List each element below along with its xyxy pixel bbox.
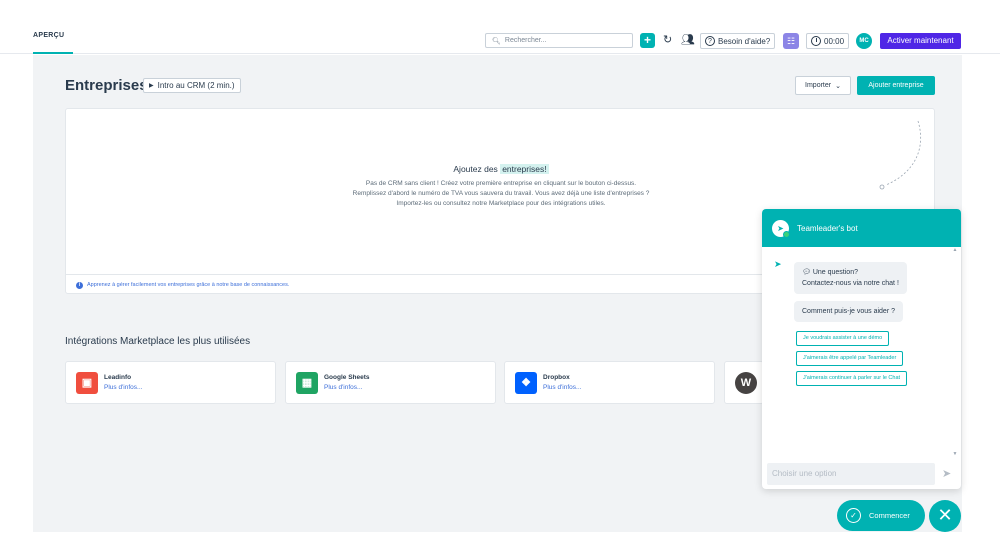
import-dropdown[interactable]: Importer ⌄ xyxy=(795,76,851,95)
scroll-up-icon[interactable]: ▲ xyxy=(952,247,958,253)
intro-video-button[interactable]: ▶ Intro au CRM (2 min.) xyxy=(143,78,241,93)
integration-tile-wordpress[interactable]: W xyxy=(724,361,764,404)
chat-widget: ➤ Teamleader's bot ➤ 💬︎ Une question? Co… xyxy=(762,209,961,489)
chat-message-question: Une question? xyxy=(812,269,858,276)
integration-name: Google Sheets xyxy=(324,374,370,381)
timer-button[interactable]: 00:00 xyxy=(806,33,850,49)
activate-now-button[interactable]: Activer maintenant xyxy=(880,33,961,49)
empty-state-description: Pas de CRM sans client ! Créez votre pre… xyxy=(352,180,650,207)
empty-state-title: Ajoutez des entreprises! xyxy=(66,164,936,174)
tab-active-indicator xyxy=(33,52,73,54)
marketplace-title: Intégrations Marketplace les plus utilis… xyxy=(65,336,251,347)
integration-more-link[interactable]: Plus d'infos... xyxy=(104,384,142,391)
chat-header: ➤ Teamleader's bot xyxy=(762,209,961,247)
intro-label: Intro au CRM (2 min.) xyxy=(157,81,235,90)
wordpress-logo-icon: W xyxy=(735,372,757,394)
integration-more-link[interactable]: Plus d'infos... xyxy=(324,384,362,391)
chat-message-line: 💬︎ Une question? xyxy=(802,269,858,276)
chat-message-bubble: Comment puis-je vous aider ? xyxy=(794,301,903,322)
stopwatch-icon xyxy=(811,36,821,46)
chat-option-callback[interactable]: J'aimerais être appelé par Teamleader xyxy=(796,351,904,366)
play-icon: ▶ xyxy=(149,83,154,89)
sync-icon[interactable]: ↻ xyxy=(663,33,672,48)
chat-option-continue-chat[interactable]: J'aimerais continuer à parler sur le Cha… xyxy=(796,371,908,386)
page-title: Entreprises xyxy=(65,77,148,94)
start-button[interactable]: ✓ Commencer xyxy=(837,500,925,531)
chat-scrollbar[interactable]: ▲ ▼ xyxy=(952,247,958,459)
send-icon[interactable]: ➤ xyxy=(942,467,951,480)
integration-tile-leadinfo[interactable]: ▣ Leadinfo Plus d'infos... xyxy=(65,361,276,404)
integration-tile-google-sheets[interactable]: ▦ Google Sheets Plus d'infos... xyxy=(285,361,496,404)
dotted-arrow-decoration xyxy=(879,120,922,190)
question-icon: ? xyxy=(705,36,715,46)
search-placeholder: Rechercher... xyxy=(504,37,547,44)
start-label: Commencer xyxy=(869,511,910,520)
info-icon: i xyxy=(76,281,83,289)
help-button[interactable]: ? Besoin d'aide? xyxy=(700,33,776,49)
top-bar: APERÇU 🔍︎ Rechercher... + ↻ 👥︎ ? Besoin … xyxy=(0,0,1000,54)
close-icon: ✕ xyxy=(937,505,953,525)
chat-message-line: Contactez-nous via notre chat ! xyxy=(802,280,899,287)
bot-mark-icon: ➤ xyxy=(774,259,782,269)
integration-name: Dropbox xyxy=(543,374,570,381)
knowledge-base-text: Apprenez à gérer facilement vos entrepri… xyxy=(87,282,290,288)
help-label: Besoin d'aide? xyxy=(718,36,771,46)
chevron-down-icon: ⌄ xyxy=(835,82,841,90)
search-icon: 🔍︎ xyxy=(492,37,501,45)
quick-add-button[interactable]: + xyxy=(640,33,655,48)
empty-state-title-prefix: Ajoutez des xyxy=(453,164,498,174)
users-icon[interactable]: 👥︎ xyxy=(681,33,695,48)
search-input[interactable]: 🔍︎ Rechercher... xyxy=(485,33,633,48)
user-avatar[interactable]: MC xyxy=(856,33,872,49)
chat-input[interactable]: Choisir une option xyxy=(767,463,935,485)
timer-value: 00:00 xyxy=(824,36,845,46)
dropbox-logo-icon: ❖ xyxy=(515,372,537,394)
integration-tile-dropbox[interactable]: ❖ Dropbox Plus d'infos... xyxy=(504,361,715,404)
bot-avatar-icon: ➤ xyxy=(772,219,790,238)
scroll-down-icon[interactable]: ▼ xyxy=(952,451,958,457)
gift-icon[interactable]: ☷ xyxy=(783,33,799,49)
google-sheets-logo-icon: ▦ xyxy=(296,372,318,394)
add-company-button[interactable]: Ajouter entreprise xyxy=(857,76,935,95)
tab-overview[interactable]: APERÇU xyxy=(33,32,64,39)
chat-message-bubble: 💬︎ Une question? Contactez-nous via notr… xyxy=(794,262,907,294)
bot-name: Teamleader's bot xyxy=(797,223,858,233)
empty-state-title-highlight: entreprises! xyxy=(500,164,549,174)
integration-name: Leadinfo xyxy=(104,374,132,381)
import-label: Importer xyxy=(805,82,832,89)
check-icon: ✓ xyxy=(846,508,861,523)
integration-more-link[interactable]: Plus d'infos... xyxy=(543,384,581,391)
leadinfo-logo-icon: ▣ xyxy=(76,372,98,394)
chat-option-demo[interactable]: Je voudrais assister à une démo xyxy=(796,331,890,346)
close-chat-button[interactable]: ✕ xyxy=(929,500,961,532)
